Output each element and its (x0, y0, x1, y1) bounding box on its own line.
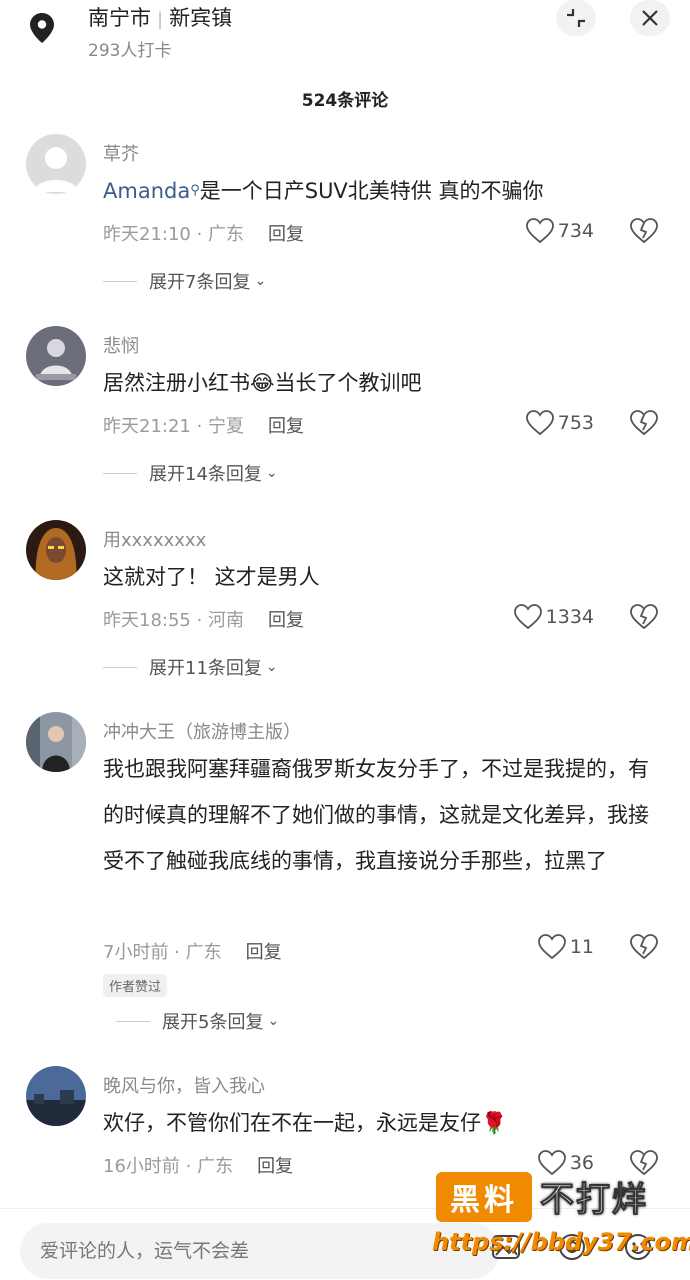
watermark-logo: 黑料 不打烊 https://bbdy37.com (432, 1168, 690, 1276)
expand-replies-button[interactable]: 展开11条回复 ⌄ (103, 654, 278, 680)
comment-text[interactable]: Amanda⚲是一个日产SUV北美特供 真的不骗你 (103, 168, 653, 214)
comment-item: 用xxxxxxxx 这就对了！ 这才是男人 昨天18:55 · 河南 回复 133… (0, 520, 690, 690)
town-name: 新宾镇 (169, 6, 233, 30)
comment-meta: 7小时前 · 广东 回复 (103, 938, 282, 964)
divider-line (116, 1020, 150, 1022)
comment-time-location: 7小时前 · 广东 (103, 942, 222, 963)
expand-replies-label: 展开5条回复 (162, 1012, 264, 1033)
close-button[interactable] (630, 0, 670, 36)
reply-button[interactable]: 回复 (257, 1156, 293, 1177)
comment-item: 草芥 Amanda⚲是一个日产SUV北美特供 真的不骗你 昨天21:10 · 广… (0, 134, 690, 304)
expand-replies-button[interactable]: 展开5条回复 ⌄ (116, 1008, 279, 1034)
comment-meta: 16小时前 · 广东 回复 (103, 1152, 293, 1178)
like-count: 1334 (545, 606, 594, 628)
dislike-button[interactable] (630, 218, 660, 248)
comment-text[interactable]: 这就对了！ 这才是男人 (103, 554, 653, 600)
comment-author[interactable]: 用xxxxxxxx (103, 526, 206, 552)
comment-time-location: 16小时前 · 广东 (103, 1156, 234, 1177)
expand-replies-label: 展开14条回复 (149, 464, 262, 485)
reply-button[interactable]: 回复 (246, 942, 282, 963)
comment-body-part: 当长了个教训吧 (274, 371, 422, 395)
collapse-icon (567, 9, 585, 27)
comment-meta: 昨天18:55 · 河南 回复 (103, 606, 304, 632)
reply-button[interactable]: 回复 (268, 224, 304, 245)
expand-replies-label: 展开11条回复 (149, 658, 262, 679)
comment-meta: 昨天21:10 · 广东 回复 (103, 220, 304, 246)
comment-item: 悲悯 居然注册小红书😂当长了个教训吧 昨天21:21 · 宁夏 回复 753 展开… (0, 326, 690, 496)
expand-replies-label: 展开7条回复 (149, 272, 251, 293)
comment-time-location: 昨天21:21 · 宁夏 (103, 416, 245, 437)
like-count: 753 (557, 412, 594, 434)
comment-text[interactable]: 居然注册小红书😂当长了个教训吧 (103, 360, 653, 406)
comment-meta: 昨天21:21 · 宁夏 回复 (103, 412, 304, 438)
heart-icon (525, 218, 554, 244)
laughing-emoji-icon: 😂 (250, 371, 275, 395)
comment-item: 冲冲大王（旅游博主版） 我也跟我阿塞拜疆裔俄罗斯女友分手了，不过是我提的，有的时… (0, 712, 690, 1042)
reply-button[interactable]: 回复 (268, 610, 304, 631)
avatar[interactable] (26, 712, 86, 772)
like-button[interactable]: 734 (525, 218, 594, 244)
expand-replies-button[interactable]: 展开7条回复 ⌄ (103, 268, 266, 294)
chevron-down-icon: ⌄ (265, 465, 278, 481)
comment-input[interactable] (40, 1235, 480, 1267)
dislike-button[interactable] (630, 410, 660, 440)
heart-icon (537, 934, 566, 960)
like-button[interactable]: 11 (537, 934, 594, 960)
watermark-box-text: 黑料 (436, 1172, 532, 1222)
mention-link[interactable]: Amanda (103, 179, 190, 203)
comment-author[interactable]: 冲冲大王（旅游博主版） (103, 718, 301, 744)
comment-text[interactable]: 我也跟我阿塞拜疆裔俄罗斯女友分手了，不过是我提的，有的时候真的理解不了她们做的事… (103, 746, 653, 884)
collapse-button[interactable] (556, 0, 596, 36)
close-icon (642, 10, 658, 26)
heart-icon (525, 410, 554, 436)
broken-heart-icon (630, 934, 658, 960)
watermark-url: https://bbdy37.com (432, 1228, 690, 1256)
heart-icon (513, 604, 542, 630)
comments-count-title: 524条评论 (301, 91, 389, 111)
chevron-down-icon: ⌄ (265, 659, 278, 675)
like-button[interactable]: 1334 (513, 604, 594, 630)
broken-heart-icon (630, 410, 658, 436)
broken-heart-icon (630, 218, 658, 244)
mention-search-icon: ⚲ (190, 183, 200, 198)
broken-heart-icon (630, 604, 658, 630)
location-pin-icon (24, 10, 60, 46)
comment-text[interactable]: 欢仔，不管你们在不在一起，永远是友仔🌹 (103, 1100, 653, 1146)
chevron-down-icon: ⌄ (254, 273, 267, 289)
watermark-right-text: 不打烊 (540, 1180, 648, 1221)
author-liked-badge: 作者赞过 (103, 974, 168, 997)
divider-line (103, 666, 137, 668)
avatar[interactable] (26, 520, 86, 580)
comment-input-wrapper[interactable] (20, 1223, 500, 1279)
location-title[interactable]: 南宁市 | 新宾镇 (88, 2, 232, 32)
comment-time-location: 昨天21:10 · 广东 (103, 224, 245, 245)
reply-button[interactable]: 回复 (268, 416, 304, 437)
like-count: 11 (569, 936, 594, 958)
dislike-button[interactable] (630, 934, 660, 964)
divider-line (103, 280, 137, 282)
comment-author[interactable]: 晚风与你，皆入我心 (103, 1072, 265, 1098)
divider-line (103, 472, 137, 474)
city-name: 南宁市 (88, 6, 151, 30)
checkin-count: 293人打卡 (88, 41, 172, 61)
like-button[interactable]: 753 (525, 410, 594, 436)
like-count: 734 (557, 220, 594, 242)
chevron-down-icon: ⌄ (267, 1013, 280, 1029)
comment-body: 欢仔，不管你们在不在一起，永远是友仔 (103, 1111, 481, 1135)
avatar[interactable] (26, 326, 86, 386)
comment-time-location: 昨天18:55 · 河南 (103, 610, 245, 631)
comment-body-part: 居然注册小红书 (103, 371, 250, 395)
comment-body: 是一个日产SUV北美特供 真的不骗你 (199, 179, 544, 203)
title-separator: | (157, 9, 164, 30)
comment-author[interactable]: 悲悯 (103, 332, 139, 358)
comment-author[interactable]: 草芥 (103, 140, 139, 166)
avatar[interactable] (26, 1066, 86, 1126)
location-header: 南宁市 | 新宾镇 293人打卡 (0, 0, 690, 70)
expand-replies-button[interactable]: 展开14条回复 ⌄ (103, 460, 278, 486)
avatar[interactable] (26, 134, 86, 194)
dislike-button[interactable] (630, 604, 660, 634)
rose-emoji-icon: 🌹 (481, 1111, 508, 1135)
